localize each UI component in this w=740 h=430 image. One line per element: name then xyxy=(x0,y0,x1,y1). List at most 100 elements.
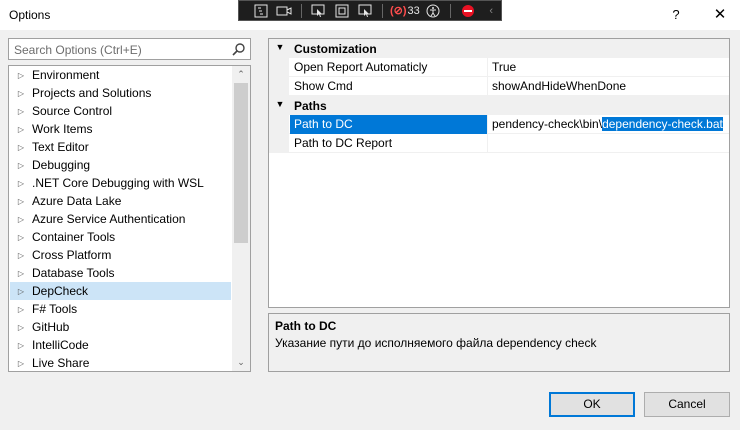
tree-item-live-share[interactable]: ▷ Live Share xyxy=(10,354,231,371)
property-name[interactable]: Open Report Automaticly xyxy=(290,58,488,77)
expand-arrow-icon[interactable]: ▷ xyxy=(10,215,32,224)
tree-item-label: Cross Platform xyxy=(32,248,112,262)
expand-arrow-icon[interactable]: ▷ xyxy=(10,179,32,188)
tree-item-container-tools[interactable]: ▷ Container Tools xyxy=(10,228,231,246)
expand-arrow-icon[interactable]: ▷ xyxy=(10,125,32,134)
tree-item-net-core-debugging-wsl[interactable]: ▷ .NET Core Debugging with WSL xyxy=(10,174,231,192)
accessibility-icon[interactable] xyxy=(424,2,443,19)
live-visual-tree-icon[interactable] xyxy=(251,2,270,19)
scroll-up-icon[interactable]: ⌃ xyxy=(232,66,250,83)
tree-item-label: Debugging xyxy=(32,158,91,172)
expand-arrow-icon[interactable]: ▷ xyxy=(10,287,32,296)
expand-arrow-icon[interactable]: ▷ xyxy=(10,89,32,98)
toolbar-separator xyxy=(300,3,302,18)
scroll-down-icon[interactable]: ⌄ xyxy=(232,354,250,371)
tree-item-intellicode[interactable]: ▷ IntelliCode xyxy=(10,336,231,354)
toolbar-separator xyxy=(450,3,452,18)
tree-item-depcheck[interactable]: ▷ DepCheck xyxy=(10,282,231,300)
tree-item-fsharp-tools[interactable]: ▷ F# Tools xyxy=(10,300,231,318)
row-gutter xyxy=(269,134,289,153)
select-element-icon[interactable] xyxy=(309,2,328,19)
property-name[interactable]: Path to DC xyxy=(290,115,488,134)
description-title: Path to DC xyxy=(275,319,337,333)
property-value[interactable] xyxy=(489,134,729,153)
cancel-button[interactable]: Cancel xyxy=(644,392,730,417)
tree-item-debugging[interactable]: ▷ Debugging xyxy=(10,156,231,174)
property-row-path-to-dc[interactable]: Path to DC pendency-check\bin\dependency… xyxy=(269,115,729,134)
hot-reload-stop-icon[interactable] xyxy=(458,2,477,19)
tree-item-label: Source Control xyxy=(32,104,113,118)
window-title: Options xyxy=(9,8,51,22)
tree-item-label: Environment xyxy=(32,68,100,82)
property-row-show-cmd[interactable]: Show Cmd showAndHideWhenDone xyxy=(269,77,729,96)
tree-item-azure-service-authentication[interactable]: ▷ Azure Service Authentication xyxy=(10,210,231,228)
category-customization[interactable]: ▼ Customization xyxy=(269,39,729,58)
category-paths[interactable]: ▼ Paths xyxy=(269,96,729,115)
tree-item-projects-and-solutions[interactable]: ▷ Projects and Solutions xyxy=(10,84,231,102)
track-focus-icon[interactable] xyxy=(356,2,375,19)
row-gutter xyxy=(269,115,289,134)
options-tree[interactable]: ▷ Environment ▷ Projects and Solutions ▷ So… xyxy=(8,65,251,372)
expand-arrow-icon[interactable]: ▷ xyxy=(10,251,32,260)
tree-item-source-control[interactable]: ▷ Source Control xyxy=(10,102,231,120)
xaml-debug-toolbar: (⊘) 33 ‹ xyxy=(238,0,502,21)
tree-item-label: Database Tools xyxy=(32,266,115,280)
value-text: pendency-check\bin\ xyxy=(492,117,603,131)
property-row-open-report[interactable]: Open Report Automaticly True xyxy=(269,58,729,77)
display-adorners-icon[interactable] xyxy=(332,2,351,19)
expand-arrow-icon[interactable]: ▷ xyxy=(10,269,32,278)
property-name[interactable]: Path to DC Report xyxy=(290,134,488,153)
tree-item-label: IntelliCode xyxy=(32,338,89,352)
expand-arrow-icon[interactable]: ▷ xyxy=(10,161,32,170)
tree-item-cross-platform[interactable]: ▷ Cross Platform xyxy=(10,246,231,264)
property-name[interactable]: Show Cmd xyxy=(290,77,488,96)
collapse-icon[interactable]: ‹ xyxy=(482,2,501,19)
close-button[interactable]: ✕ xyxy=(706,4,734,26)
property-value[interactable]: showAndHideWhenDone xyxy=(489,77,729,96)
tree-item-github[interactable]: ▷ GitHub xyxy=(10,318,231,336)
expand-arrow-icon[interactable]: ▷ xyxy=(10,197,32,206)
ok-button[interactable]: OK xyxy=(549,392,635,417)
category-label: Customization xyxy=(294,42,377,56)
expand-arrow-icon[interactable]: ▷ xyxy=(10,107,32,116)
tree-item-label: Azure Service Authentication xyxy=(32,212,186,226)
expand-arrow-icon[interactable]: ▷ xyxy=(10,359,32,368)
row-gutter xyxy=(269,58,289,77)
row-gutter xyxy=(269,77,289,96)
property-value-editor[interactable]: pendency-check\bin\dependency-check.bat xyxy=(489,115,729,134)
search-input[interactable]: Search Options (Ctrl+E) xyxy=(8,38,251,60)
value-selected-text: dependency-check.bat xyxy=(602,117,723,131)
tree-item-label: GitHub xyxy=(32,320,70,334)
tree-item-label: Azure Data Lake xyxy=(32,194,122,208)
tree-item-text-editor[interactable]: ▷ Text Editor xyxy=(10,138,231,156)
expand-arrow-icon[interactable]: ▷ xyxy=(10,143,32,152)
search-icon[interactable] xyxy=(231,42,246,57)
expand-arrow-icon[interactable]: ▷ xyxy=(10,323,32,332)
tree-scrollbar[interactable]: ⌃ ⌄ xyxy=(232,66,250,371)
tree-item-azure-data-lake[interactable]: ▷ Azure Data Lake xyxy=(10,192,231,210)
tree-item-environment[interactable]: ▷ Environment xyxy=(10,66,231,84)
tree-item-label: Live Share xyxy=(32,356,90,370)
binding-failures-counter[interactable]: (⊘) 33 xyxy=(390,4,420,18)
expand-arrow-icon[interactable]: ▷ xyxy=(10,341,32,350)
tree-item-database-tools[interactable]: ▷ Database Tools xyxy=(10,264,231,282)
scrollbar-thumb[interactable] xyxy=(234,83,248,243)
collapse-arrow-icon[interactable]: ▼ xyxy=(274,42,286,52)
tree-item-work-items[interactable]: ▷ Work Items xyxy=(10,120,231,138)
record-icon[interactable] xyxy=(274,2,293,19)
tree-item-label: Container Tools xyxy=(32,230,116,244)
help-button[interactable]: ? xyxy=(664,4,688,26)
tree-item-label: Text Editor xyxy=(32,140,89,154)
tree-item-label: Projects and Solutions xyxy=(32,86,152,100)
property-grid: ▼ Customization Open Report Automaticly … xyxy=(268,38,730,308)
expand-arrow-icon[interactable]: ▷ xyxy=(10,71,32,80)
collapse-arrow-icon[interactable]: ▼ xyxy=(274,99,286,109)
expand-arrow-icon[interactable]: ▷ xyxy=(10,305,32,314)
property-row-path-to-dc-report[interactable]: Path to DC Report xyxy=(269,134,729,153)
tree-item-label: DepCheck xyxy=(32,284,89,298)
expand-arrow-icon[interactable]: ▷ xyxy=(10,233,32,242)
description-panel: Path to DC Указание пути до исполняемого… xyxy=(268,313,730,372)
tree-item-label: Work Items xyxy=(32,122,93,136)
tree-item-label: F# Tools xyxy=(32,302,78,316)
property-value[interactable]: True xyxy=(489,58,729,77)
